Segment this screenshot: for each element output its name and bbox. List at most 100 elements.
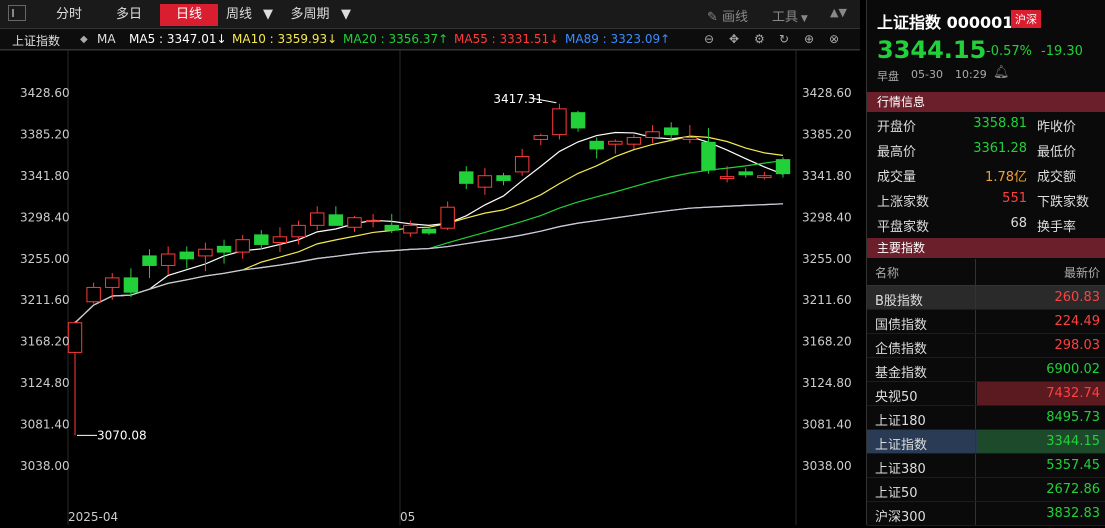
x-tick-label: 2025-04 <box>68 510 118 524</box>
collapse-icon[interactable]: ▲▼ <box>830 6 847 19</box>
candle[interactable] <box>682 125 698 144</box>
multi-period-dropdown-icon[interactable]: ▼ <box>340 8 352 21</box>
index-name: B股指数 <box>875 294 923 309</box>
draw-line-label: 画线 <box>722 10 749 25</box>
index-row[interactable]: 上证380 5357.45 <box>867 454 1105 478</box>
session-label: 早盘 <box>877 70 899 83</box>
candle[interactable] <box>328 206 344 226</box>
refresh-icon[interactable]: ↻ <box>779 32 789 46</box>
candle[interactable] <box>589 137 604 159</box>
x-tick-label: 05 <box>400 510 415 524</box>
index-name: 基金指数 <box>875 366 928 381</box>
zoom-in-icon[interactable]: ⊕ <box>804 32 814 46</box>
index-row[interactable]: 基金指数 6900.02 <box>867 358 1105 382</box>
tools-dropdown-icon: ▼ <box>798 14 808 24</box>
candle[interactable] <box>645 125 660 144</box>
candle[interactable] <box>272 227 288 253</box>
tools-button[interactable]: 工具 ▼ <box>772 6 808 25</box>
candle[interactable] <box>142 249 157 278</box>
close-icon[interactable]: ⊗ <box>829 32 839 46</box>
index-row[interactable]: 上证180 8495.73 <box>867 406 1105 430</box>
y-tick-label: 3385.20 <box>20 127 70 141</box>
index-price: 224.49 <box>1054 314 1101 329</box>
tab-multi-period[interactable]: 多周期 <box>284 4 336 26</box>
index-row[interactable]: B股指数 260.83 <box>867 286 1105 310</box>
candle[interactable] <box>365 213 381 228</box>
tab-weekly[interactable]: 周线 <box>222 4 256 26</box>
y-tick-label: 3124.80 <box>20 376 70 390</box>
y-tick-label: 3168.20 <box>20 335 70 349</box>
candle[interactable] <box>514 148 530 176</box>
col-name-header: 名称 <box>875 266 900 280</box>
info-label: 最高价 <box>877 145 917 160</box>
candle[interactable] <box>626 134 642 149</box>
candle[interactable] <box>123 268 139 297</box>
y-tick-label: 3341.80 <box>20 169 70 183</box>
current-price: 3344.15 <box>877 36 987 64</box>
candle[interactable] <box>440 201 455 231</box>
tab-intraday[interactable]: 分时 <box>44 4 94 26</box>
index-row[interactable]: 国债指数 224.49 <box>867 310 1105 334</box>
draw-line-button[interactable]: ✎ 画线 <box>707 6 748 25</box>
y-tick-label: 3038.00 <box>20 459 70 473</box>
candle[interactable] <box>533 133 548 146</box>
info-value: 3358.81 <box>973 116 1027 131</box>
tab-multi-day[interactable]: 多日 <box>104 4 154 26</box>
info-value: 3361.28 <box>973 141 1027 156</box>
kline-chart[interactable]: 3428.60 3428.60 3385.20 3385.20 3341.80 3341.… <box>0 50 860 525</box>
weekly-dropdown-icon[interactable]: ▼ <box>262 8 274 21</box>
zoom-out-icon[interactable]: ⊖ <box>704 32 714 46</box>
bell-icon[interactable]: 🔔︎ <box>993 65 1010 80</box>
candle[interactable] <box>608 139 623 154</box>
ma55-value: MA55 : 3331.51↓ <box>454 32 560 46</box>
candle[interactable] <box>347 215 362 233</box>
index-row[interactable]: 央视50 7432.74 <box>867 382 1105 406</box>
ma89-value: MA89 : 3323.09↑ <box>565 32 671 46</box>
index-price: 8495.73 <box>1046 410 1100 425</box>
candle[interactable] <box>198 242 213 272</box>
move-icon[interactable]: ✥ <box>729 32 739 46</box>
ma-label: MA <box>97 32 116 46</box>
major-indices-title: 主要指数 <box>867 238 1105 258</box>
candle[interactable] <box>477 168 493 195</box>
info-label-2: 昨收价 <box>1037 120 1077 135</box>
tab-daily[interactable]: 日线 <box>160 4 218 26</box>
info-label-2: 换手率 <box>1037 220 1077 235</box>
col-price-header: 最新价 <box>1063 266 1100 280</box>
ma-line-ma20 <box>74 159 784 324</box>
index-price: 2672.86 <box>1046 482 1100 497</box>
index-row[interactable]: 上证指数 3344.15 <box>867 430 1105 454</box>
candle[interactable] <box>738 168 753 178</box>
candle[interactable] <box>757 171 772 180</box>
candle[interactable] <box>179 246 194 269</box>
candle[interactable] <box>775 157 791 178</box>
candle[interactable] <box>216 239 232 264</box>
candle[interactable] <box>160 246 176 276</box>
candle[interactable] <box>496 172 511 186</box>
index-row[interactable]: 企债指数 298.03 <box>867 334 1105 358</box>
candle[interactable] <box>384 213 399 233</box>
sidebar-toggle-icon[interactable] <box>8 5 26 21</box>
settings-gear-icon[interactable]: ⚙ <box>754 32 765 46</box>
candle[interactable] <box>459 166 474 190</box>
ma-line-long <box>74 203 784 324</box>
candle[interactable] <box>421 227 437 235</box>
index-row[interactable]: 上证50 2672.86 <box>867 478 1105 502</box>
index-row[interactable]: 沪深300 3832.83 <box>867 502 1105 526</box>
candle[interactable] <box>235 234 250 259</box>
ma-settings-icon[interactable]: ◆ <box>80 34 88 45</box>
chart-index-name: 上证指数 <box>12 34 61 48</box>
y-tick-label-right: 3168.20 <box>802 335 852 349</box>
candle[interactable] <box>67 320 83 436</box>
info-label-2: 下跌家数 <box>1037 195 1090 210</box>
candle[interactable] <box>552 103 567 140</box>
y-tick-label-right: 3341.80 <box>802 169 852 183</box>
candle[interactable] <box>310 206 325 231</box>
index-name: 国债指数 <box>875 318 928 333</box>
candle[interactable] <box>254 230 269 250</box>
candle[interactable] <box>86 282 101 304</box>
candle[interactable] <box>570 110 586 132</box>
info-label: 上涨家数 <box>877 195 930 210</box>
quote-panel: 上证指数 000001 沪深 3344.15 -0.57% -19.30 早盘 … <box>866 0 1105 526</box>
candle[interactable] <box>701 127 716 174</box>
